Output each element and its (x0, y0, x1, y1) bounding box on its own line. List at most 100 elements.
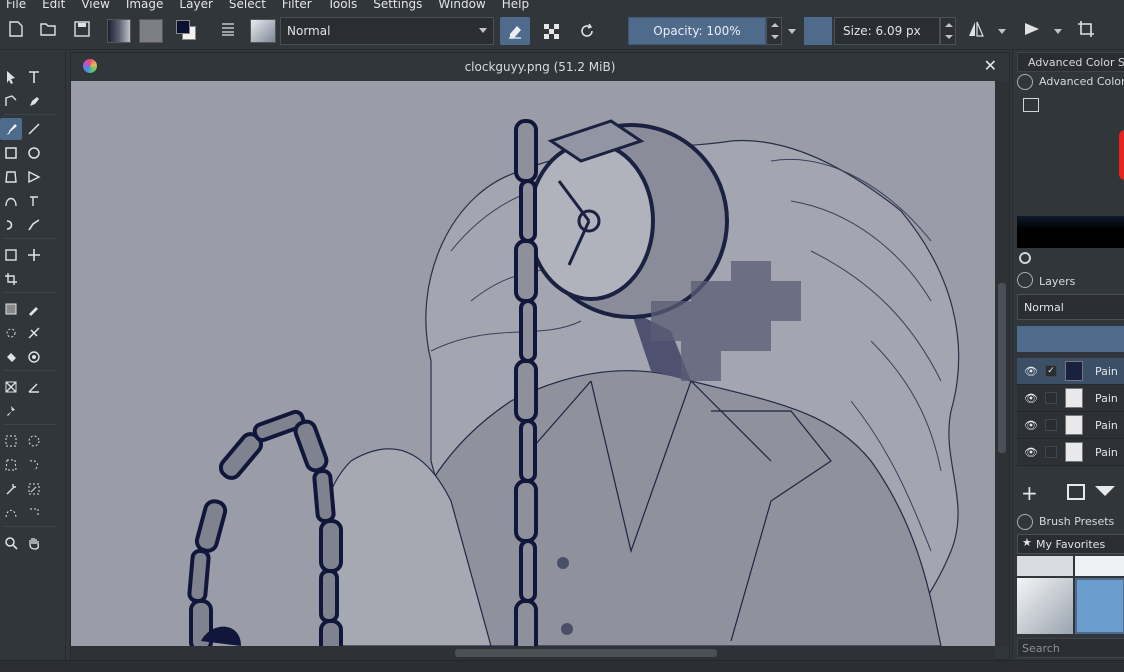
menu-help[interactable]: Help (494, 0, 537, 12)
layer-checkbox[interactable] (1045, 419, 1057, 431)
save-icon[interactable] (70, 17, 94, 41)
eye-icon[interactable]: 👁 (1023, 392, 1039, 405)
brush-preset-tile[interactable] (1017, 556, 1073, 576)
menu-tools[interactable]: Tools (320, 0, 366, 12)
fg-bg-color-swatch[interactable] (172, 17, 204, 45)
horizontal-scrollbar[interactable] (71, 646, 995, 660)
fill-tool-icon[interactable] (0, 346, 22, 368)
calligraphy-icon[interactable] (23, 90, 45, 112)
drawing-canvas[interactable] (71, 81, 995, 646)
list-settings-icon[interactable] (1023, 98, 1039, 112)
eye-icon[interactable]: 👁 (1023, 419, 1039, 432)
opacity-dropdown-icon[interactable] (788, 29, 796, 34)
line-tool-icon[interactable] (23, 118, 45, 140)
menu-window[interactable]: Window (430, 0, 493, 12)
menu-layer[interactable]: Layer (171, 0, 220, 12)
brush-settings-icon[interactable] (216, 17, 240, 41)
layer-checkbox[interactable] (1045, 446, 1057, 458)
layer-checkbox[interactable]: ✓ (1045, 365, 1057, 377)
pan-tool-icon[interactable] (23, 532, 45, 554)
mirror-horizontal-icon[interactable] (964, 17, 988, 41)
size-spinbox[interactable] (940, 17, 956, 45)
brush-preset-tile[interactable] (1017, 578, 1073, 634)
brush-preset-tile[interactable] (1075, 556, 1124, 576)
horizontal-scroll-thumb[interactable] (455, 649, 717, 657)
mirror-h-dropdown-icon[interactable] (998, 29, 1006, 34)
ellipse-tool-icon[interactable] (23, 142, 45, 164)
polyline-tool-icon[interactable] (23, 166, 45, 188)
layer-row[interactable]: 👁 Pain (1017, 439, 1124, 466)
layer-checkbox[interactable] (1045, 392, 1057, 404)
opacity-spinbox[interactable] (766, 17, 782, 45)
menu-filter[interactable]: Filter (274, 0, 320, 12)
layer-blend-select[interactable]: Normal (1017, 294, 1124, 320)
color-selector-tab[interactable]: Advanced Color Sel (1017, 52, 1124, 72)
dynamic-brush-icon[interactable] (0, 214, 22, 236)
size-slider[interactable]: Size: 6.09 px (834, 17, 940, 45)
close-icon[interactable]: ✕ (984, 56, 997, 75)
similar-select-icon[interactable] (23, 478, 45, 500)
color-picker-icon[interactable] (23, 298, 45, 320)
menu-edit[interactable]: Edit (34, 0, 73, 12)
menu-view[interactable]: View (73, 0, 117, 12)
crop-tool-icon[interactable] (0, 268, 22, 290)
add-layer-icon[interactable]: + (1021, 483, 1038, 503)
reload-preset-icon[interactable] (572, 17, 602, 45)
pattern-preset-button[interactable] (138, 17, 164, 45)
assistant-tool-icon[interactable] (0, 376, 22, 398)
menu-file[interactable]: File (0, 0, 34, 12)
ellipse-select-icon[interactable] (23, 430, 45, 452)
freehand-select-icon[interactable] (23, 454, 45, 476)
refresh-icon[interactable] (1019, 252, 1031, 264)
color-wheel-edge[interactable] (1119, 130, 1124, 180)
eraser-mode-icon[interactable] (500, 17, 530, 45)
eye-icon[interactable]: 👁 (1023, 365, 1039, 378)
edit-shapes-icon[interactable] (0, 90, 22, 112)
mirror-vertical-icon[interactable] (1020, 17, 1044, 41)
layer-opacity-slider[interactable] (1017, 326, 1124, 352)
brush-preset-tile-selected[interactable] (1075, 578, 1124, 634)
smart-patch-icon[interactable] (23, 322, 45, 344)
text-tool-icon[interactable] (23, 66, 45, 88)
brush-preset-button[interactable] (248, 17, 278, 45)
open-folder-icon[interactable] (36, 17, 60, 41)
size-preset-button[interactable] (804, 17, 832, 45)
freehand-path-icon[interactable] (23, 190, 45, 212)
crop-icon[interactable] (1074, 17, 1098, 41)
layer-row[interactable]: 👁 ✓ Pain (1017, 358, 1124, 385)
opacity-slider[interactable]: Opacity: 100% (628, 17, 766, 45)
vertical-scroll-thumb[interactable] (998, 283, 1006, 453)
magnetic-select-icon[interactable] (23, 502, 45, 524)
duplicate-layer-icon[interactable] (1067, 484, 1085, 500)
bezier-tool-icon[interactable] (0, 190, 22, 212)
color-history-strip[interactable] (1017, 216, 1124, 248)
move-tool-icon[interactable] (23, 244, 45, 266)
polygon-tool-icon[interactable] (0, 166, 22, 188)
brush-search-input[interactable]: Search (1017, 638, 1124, 658)
favorites-select[interactable]: My Favorites ★ (1017, 534, 1124, 554)
gradient-preset-button[interactable] (106, 17, 132, 45)
preserve-alpha-icon[interactable] (536, 17, 566, 45)
polygon-select-icon[interactable] (0, 454, 22, 476)
eye-icon[interactable]: 👁 (1023, 446, 1039, 459)
mirror-v-dropdown-icon[interactable] (1054, 29, 1062, 34)
reference-tool-icon[interactable] (0, 400, 22, 422)
measure-tool-icon[interactable] (23, 376, 45, 398)
lock-docker-icon[interactable] (1017, 74, 1033, 90)
enclose-fill-icon[interactable] (23, 346, 45, 368)
rectangle-tool-icon[interactable] (0, 142, 22, 164)
bezier-select-icon[interactable] (0, 502, 22, 524)
lock-docker-icon[interactable] (1017, 514, 1033, 530)
magic-wand-icon[interactable] (0, 478, 22, 500)
zoom-tool-icon[interactable] (0, 532, 22, 554)
vertical-scrollbar[interactable] (995, 81, 1009, 646)
rect-select-icon[interactable] (0, 430, 22, 452)
colorize-mask-icon[interactable] (0, 322, 22, 344)
layer-row[interactable]: 👁 Pain (1017, 412, 1124, 439)
chevron-down-icon[interactable] (1095, 486, 1115, 496)
menu-settings[interactable]: Settings (365, 0, 430, 12)
menu-select[interactable]: Select (221, 0, 274, 12)
gradient-tool-icon[interactable] (0, 298, 22, 320)
layer-row[interactable]: 👁 Pain (1017, 385, 1124, 412)
menu-image[interactable]: Image (118, 0, 172, 12)
